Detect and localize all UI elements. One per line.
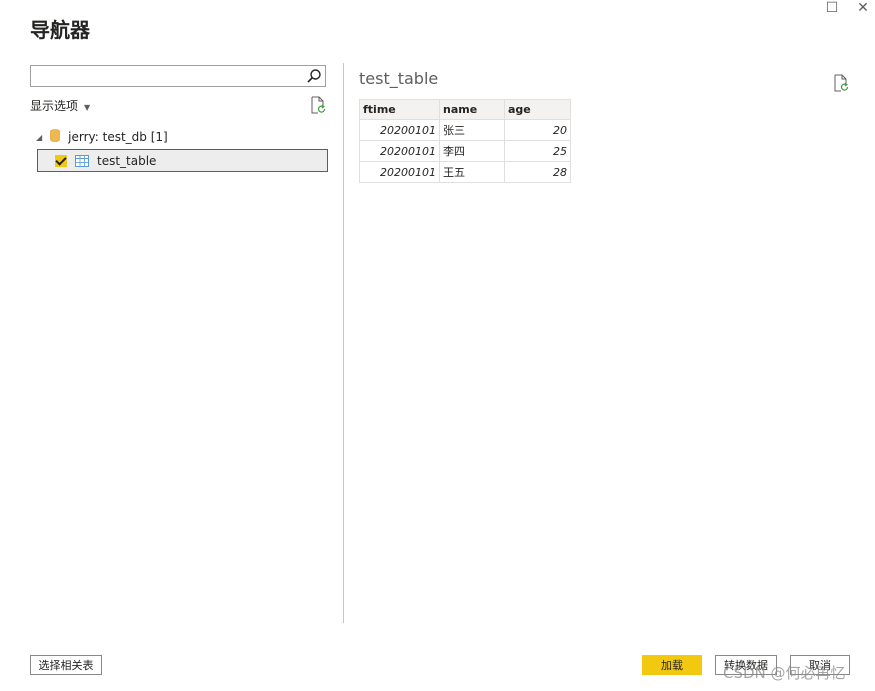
column-header[interactable]: age (504, 99, 571, 120)
display-options-dropdown[interactable]: 显示选项 ▼ (30, 97, 90, 114)
table-cell: 20200101 (359, 140, 440, 162)
table-label: test_table (97, 153, 157, 168)
search-box (30, 65, 326, 87)
column-header[interactable]: name (439, 99, 505, 120)
column-header[interactable]: ftime (359, 99, 440, 120)
watermark: CSDN @何必再忆 (723, 664, 846, 682)
search-icon[interactable] (306, 68, 322, 84)
tree-node-table[interactable]: test_table (37, 149, 328, 172)
table-row: 20200101 张三 20 (359, 119, 571, 141)
checkbox-icon[interactable] (55, 154, 67, 167)
table-cell: 25 (504, 140, 571, 162)
window-title: 导航器 (30, 18, 90, 42)
table-header-row: ftime name age (359, 99, 571, 120)
table-cell: 20200101 (359, 119, 440, 141)
database-label: jerry: test_db [1] (68, 130, 168, 144)
load-button[interactable]: 加载 (642, 655, 702, 675)
table-row: 20200101 王五 28 (359, 161, 571, 183)
preview-refresh-icon[interactable] (833, 74, 849, 92)
database-icon (50, 129, 60, 145)
chevron-down-icon: ▼ (84, 103, 91, 112)
table-row: 20200101 李四 25 (359, 140, 571, 162)
tree-node-database[interactable]: ◢ jerry: test_db [1] (36, 129, 168, 145)
table-icon (75, 154, 89, 167)
table-cell: 李四 (439, 140, 505, 162)
select-related-tables-button[interactable]: 选择相关表 (30, 655, 102, 675)
pane-divider[interactable] (343, 63, 344, 623)
close-button[interactable]: ✕ (851, 0, 875, 18)
table-cell: 20 (504, 119, 571, 141)
display-options-label: 显示选项 (30, 99, 79, 113)
table-cell: 张三 (439, 119, 505, 141)
table-cell: 28 (504, 161, 571, 183)
preview-title: test_table (359, 69, 439, 88)
expand-triangle-icon[interactable]: ◢ (36, 133, 42, 142)
table-cell: 20200101 (359, 161, 440, 183)
table-cell: 王五 (439, 161, 505, 183)
preview-table: ftime name age 20200101 张三 20 20200101 李… (359, 99, 571, 183)
maximize-button[interactable]: ☐ (820, 0, 844, 18)
search-input[interactable] (31, 67, 309, 87)
refresh-icon[interactable] (310, 96, 326, 114)
